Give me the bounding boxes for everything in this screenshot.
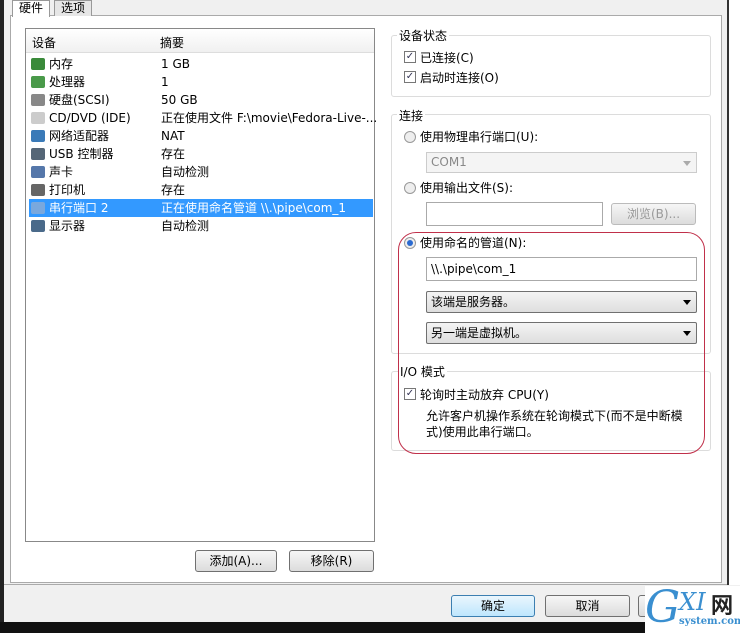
device-name: 硬盘(SCSI) <box>49 93 110 107</box>
window-edge-bottom <box>0 622 740 633</box>
device-row[interactable]: 声卡 自动检测 <box>29 163 373 181</box>
remove-button[interactable]: 移除(R) <box>289 550 374 572</box>
connection-title: 连接 <box>397 107 426 124</box>
device-name: 内存 <box>49 57 74 71</box>
device-row[interactable]: 网络适配器 NAT <box>29 127 373 145</box>
serial-port-icon <box>31 202 45 214</box>
device-summary: 50 GB <box>161 93 198 107</box>
device-row[interactable]: 显示器 自动检测 <box>29 217 373 235</box>
chevron-down-icon <box>683 161 691 166</box>
power-on-checkbox[interactable]: ✓ <box>404 71 416 83</box>
processor-icon <box>31 76 45 88</box>
printer-icon <box>31 184 45 196</box>
output-file-input[interactable] <box>426 202 603 226</box>
device-row[interactable]: 打印机 存在 <box>29 181 373 199</box>
watermark-logo: G XI 网 system.com <box>645 582 740 633</box>
tab-options[interactable]: 选项 <box>54 0 93 16</box>
physical-port-label[interactable]: 使用物理串行端口(U): <box>420 128 538 145</box>
highlight-box <box>398 232 705 454</box>
physical-port-value: COM1 <box>431 155 467 169</box>
device-row[interactable]: 串行端口 2 正在使用命名管道 \\.\pipe\com_1 <box>29 199 373 217</box>
device-name: 显示器 <box>49 219 86 233</box>
cancel-button[interactable]: 取消 <box>545 595 630 617</box>
output-file-label[interactable]: 使用输出文件(S): <box>420 179 513 196</box>
device-summary: NAT <box>161 129 185 143</box>
tab-hardware[interactable]: 硬件 <box>12 0 51 17</box>
device-row[interactable]: 硬盘(SCSI) 50 GB <box>29 91 373 109</box>
monitor-icon <box>31 220 45 232</box>
device-name: USB 控制器 <box>49 147 114 161</box>
device-row[interactable]: USB 控制器 存在 <box>29 145 373 163</box>
device-name: 声卡 <box>49 165 74 179</box>
connected-checkbox[interactable]: ✓ <box>404 51 416 63</box>
column-summary[interactable]: 摘要 <box>160 34 184 51</box>
cd-dvd-icon <box>31 112 45 124</box>
device-summary: 正在使用命名管道 \\.\pipe\com_1 <box>161 201 347 215</box>
device-status-group <box>391 35 711 97</box>
usb-icon <box>31 148 45 160</box>
device-name: CD/DVD (IDE) <box>49 111 131 125</box>
window-edge-right <box>727 0 740 585</box>
device-summary: 存在 <box>161 183 186 197</box>
device-name: 串行端口 2 <box>49 201 109 215</box>
device-name: 网络适配器 <box>49 129 110 143</box>
device-list-header: 设备 摘要 <box>26 29 374 53</box>
device-row[interactable]: 内存 1 GB <box>29 55 373 73</box>
power-on-label[interactable]: 启动时连接(O) <box>420 69 499 86</box>
device-summary: 存在 <box>161 147 186 161</box>
hard-disk-icon <box>31 94 45 106</box>
connected-label[interactable]: 已连接(C) <box>420 49 474 66</box>
device-summary: 自动检测 <box>161 219 210 233</box>
physical-port-radio[interactable] <box>404 131 416 143</box>
device-summary: 1 <box>161 75 169 89</box>
add-button[interactable]: 添加(A)... <box>195 550 277 572</box>
device-name: 处理器 <box>49 75 86 89</box>
browse-button[interactable]: 浏览(B)... <box>611 203 696 225</box>
network-adapter-icon <box>31 130 45 142</box>
device-row[interactable]: 处理器 1 <box>29 73 373 91</box>
device-summary: 正在使用文件 F:\movie\Fedora-Live-... <box>161 111 378 125</box>
device-list[interactable]: 设备 摘要 内存 1 GB 处理器 1 硬盘(SCSI) 50 GB CD/DVD (IDE… <box>25 28 377 542</box>
column-device[interactable]: 设备 <box>32 34 56 51</box>
device-summary: 1 GB <box>161 57 190 71</box>
device-summary: 自动检测 <box>161 165 210 179</box>
device-status-title: 设备状态 <box>397 27 450 44</box>
window-edge <box>0 0 4 633</box>
ok-button[interactable]: 确定 <box>451 595 535 617</box>
memory-icon <box>31 58 45 70</box>
physical-port-select[interactable]: COM1 <box>426 152 697 173</box>
device-row[interactable]: CD/DVD (IDE) 正在使用文件 F:\movie\Fedora-Live-… <box>29 109 377 127</box>
output-file-radio[interactable] <box>404 182 416 194</box>
device-name: 打印机 <box>49 183 86 197</box>
sound-card-icon <box>31 166 45 178</box>
